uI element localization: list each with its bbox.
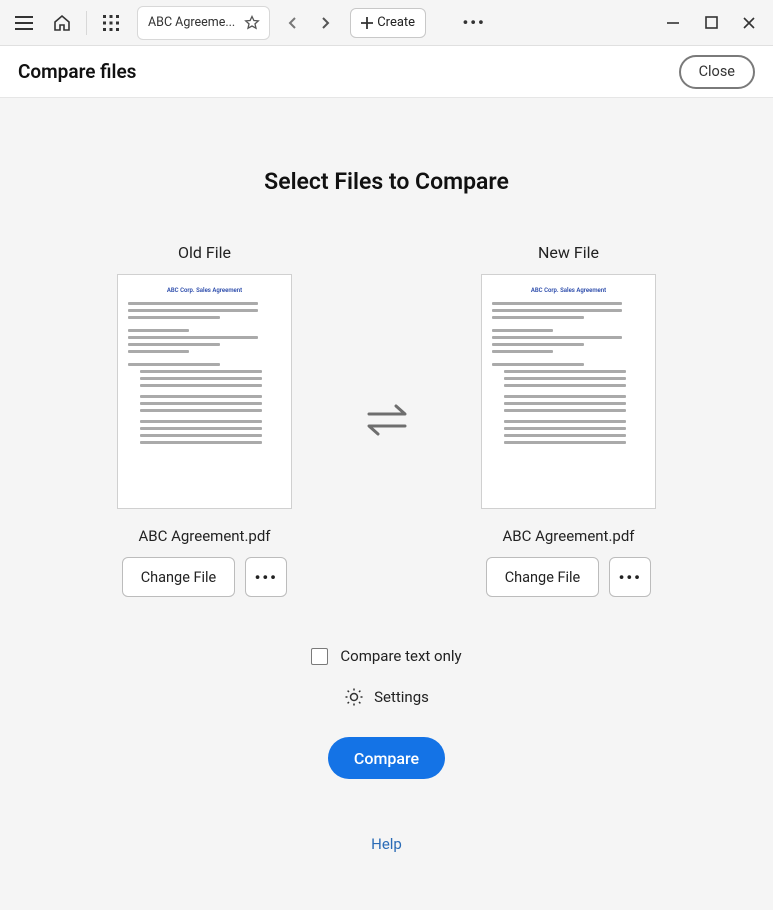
new-file-thumbnail[interactable]: ABC Corp. Sales Agreement <box>481 274 656 509</box>
tab-nav-forward-icon[interactable] <box>310 6 340 40</box>
gear-icon <box>344 687 364 707</box>
new-file-column: New File ABC Corp. Sales Agreement ABC A… <box>459 243 679 597</box>
minimize-icon[interactable] <box>655 6 691 40</box>
star-icon[interactable] <box>241 15 263 31</box>
compare-text-only-label: Compare text only <box>340 647 461 665</box>
doc-thumb-title: ABC Corp. Sales Agreement <box>492 287 645 294</box>
compare-button[interactable]: Compare <box>328 737 445 779</box>
help-label: Help <box>371 835 402 853</box>
toolbar-divider <box>86 11 87 35</box>
tab-title: ABC Agreeme... <box>148 15 235 30</box>
options: Compare text only Settings Compare Help <box>0 647 773 853</box>
close-button[interactable]: Close <box>679 55 755 89</box>
old-file-name: ABC Agreement.pdf <box>138 527 270 545</box>
panel-header: Compare files Close <box>0 46 773 98</box>
more-dots-icon: ••• <box>255 568 278 587</box>
plus-icon <box>361 17 373 29</box>
old-file-more-button[interactable]: ••• <box>245 557 287 597</box>
old-change-file-button[interactable]: Change File <box>122 557 236 597</box>
checkbox-icon <box>311 648 328 665</box>
more-icon[interactable]: ••• <box>456 6 492 40</box>
help-link[interactable]: Help <box>371 835 402 853</box>
main-content: Select Files to Compare Old File ABC Cor… <box>0 98 773 910</box>
change-file-label: Change File <box>505 569 581 586</box>
close-button-label: Close <box>699 63 735 80</box>
new-file-label: New File <box>538 243 599 262</box>
swap-icon[interactable] <box>359 402 415 438</box>
file-row: Old File ABC Corp. Sales Agreement ABC A… <box>0 243 773 597</box>
more-dots-icon: ••• <box>619 568 642 587</box>
compare-text-only-checkbox[interactable]: Compare text only <box>311 647 461 665</box>
old-file-column: Old File ABC Corp. Sales Agreement ABC A… <box>95 243 315 597</box>
old-file-label: Old File <box>178 243 231 262</box>
settings-button[interactable]: Settings <box>344 687 429 707</box>
new-file-actions: Change File ••• <box>486 557 652 597</box>
top-toolbar: ABC Agreeme... Create ••• <box>0 0 773 46</box>
new-file-more-button[interactable]: ••• <box>609 557 651 597</box>
new-file-name: ABC Agreement.pdf <box>502 527 634 545</box>
doc-thumb-title: ABC Corp. Sales Agreement <box>128 287 281 294</box>
compare-button-label: Compare <box>354 749 419 768</box>
new-change-file-button[interactable]: Change File <box>486 557 600 597</box>
section-heading: Select Files to Compare <box>0 168 773 195</box>
old-file-thumbnail[interactable]: ABC Corp. Sales Agreement <box>117 274 292 509</box>
close-window-icon[interactable] <box>731 6 767 40</box>
menu-icon[interactable] <box>6 6 42 40</box>
settings-label: Settings <box>374 688 429 706</box>
apps-grid-icon[interactable] <box>93 6 129 40</box>
create-button[interactable]: Create <box>350 8 426 38</box>
change-file-label: Change File <box>141 569 217 586</box>
create-button-label: Create <box>377 15 415 30</box>
home-icon[interactable] <box>44 6 80 40</box>
page-title: Compare files <box>18 60 136 83</box>
maximize-icon[interactable] <box>693 6 729 40</box>
old-file-actions: Change File ••• <box>122 557 288 597</box>
document-tab[interactable]: ABC Agreeme... <box>137 6 270 40</box>
tab-nav-back-icon[interactable] <box>278 6 308 40</box>
